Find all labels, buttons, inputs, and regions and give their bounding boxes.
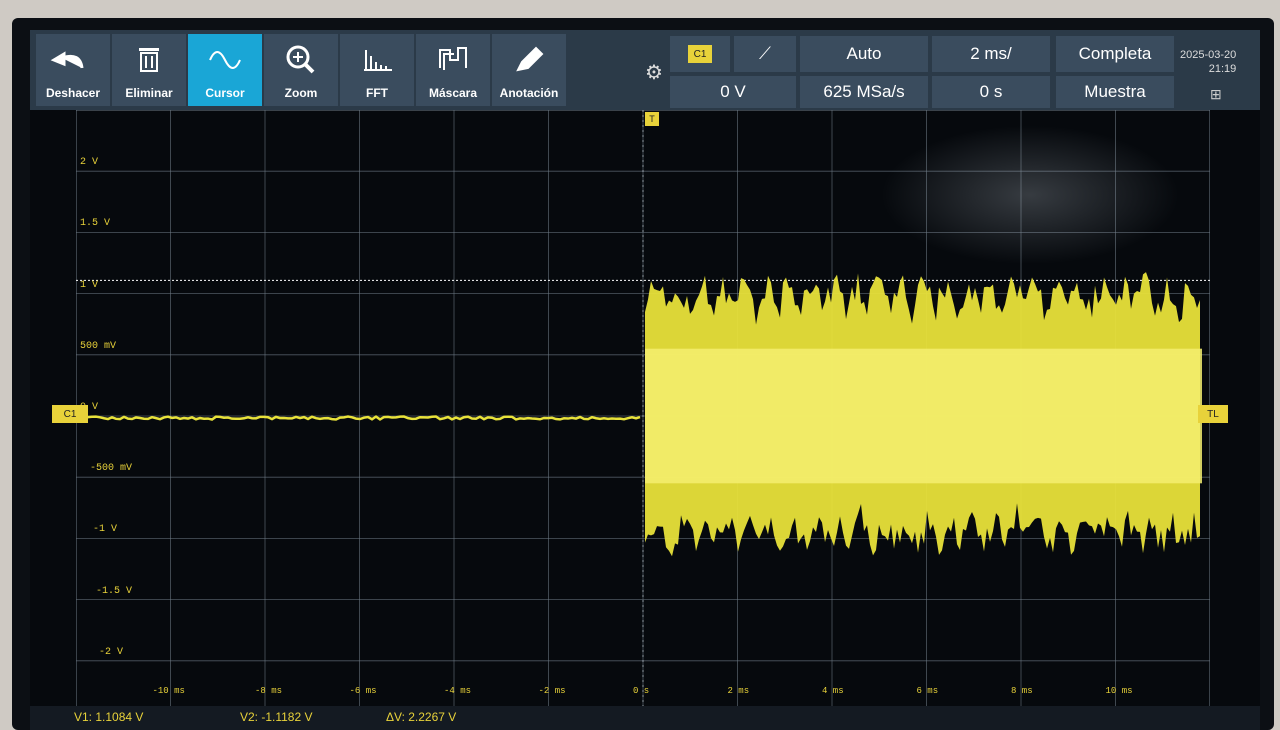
mask-button[interactable]: Máscara xyxy=(416,34,490,106)
annotation-button[interactable]: Anotación xyxy=(492,34,566,106)
acquisition-mode[interactable]: Completa xyxy=(1056,36,1174,72)
cursor-button[interactable]: Cursor xyxy=(188,34,262,106)
waveform-plot[interactable] xyxy=(76,110,1210,722)
cursor-readout-bar: V1: 1.1084 V V2: -1.1182 V ΔV: 2.2267 V xyxy=(30,706,1260,730)
undo-icon xyxy=(36,42,110,79)
network-icon: ⊞ xyxy=(1210,86,1222,103)
y-axis-label: -500 mV xyxy=(90,463,132,474)
trigger-channel-tag: C1 xyxy=(688,45,712,63)
y-axis-label: 1.5 V xyxy=(80,218,110,229)
x-axis-label: -4 ms xyxy=(444,686,471,696)
cursor-v2: V2: -1.1182 V xyxy=(240,710,313,724)
y-axis-label: -2 V xyxy=(99,647,123,658)
x-axis-label: 4 ms xyxy=(822,686,844,696)
delete-label: Eliminar xyxy=(125,86,172,100)
cursor-dv: ΔV: 2.2267 V xyxy=(386,710,456,724)
oscilloscope-screen: Deshacer Eliminar Cursor Zoom FFT Máscar… xyxy=(30,30,1260,730)
channel-1-marker[interactable]: C1 xyxy=(52,405,88,423)
trigger-slope-cell[interactable]: ⟋ xyxy=(734,36,796,72)
trigger-source-cell[interactable]: C1 xyxy=(670,36,730,72)
timebase[interactable]: 2 ms/ xyxy=(932,36,1050,72)
undo-label: Deshacer xyxy=(46,86,100,100)
gear-icon[interactable]: ⚙ xyxy=(640,60,668,88)
mask-label: Máscara xyxy=(429,86,477,100)
sample-rate: 625 MSa/s xyxy=(800,76,928,108)
memory-mode[interactable]: Muestra xyxy=(1056,76,1174,108)
fft-icon xyxy=(340,42,414,79)
sine-wave-icon xyxy=(188,42,262,79)
trigger-position-marker[interactable]: T xyxy=(645,112,659,126)
fft-button[interactable]: FFT xyxy=(340,34,414,106)
mask-icon xyxy=(416,42,490,79)
time: 21:19 xyxy=(1180,62,1236,76)
cursor-label: Cursor xyxy=(205,86,244,100)
trace-pre-trigger xyxy=(76,417,640,420)
waveform-svg xyxy=(76,110,1210,722)
x-axis-label: -10 ms xyxy=(153,686,185,696)
x-axis-label: 2 ms xyxy=(728,686,750,696)
pencil-icon xyxy=(492,42,566,79)
rising-edge-icon: ⟋ xyxy=(759,44,771,64)
y-axis-label: -1.5 V xyxy=(96,586,132,597)
zoom-button[interactable]: Zoom xyxy=(264,34,338,106)
x-axis-label: -2 ms xyxy=(539,686,566,696)
annotation-label: Anotación xyxy=(500,86,559,100)
x-axis-label: -6 ms xyxy=(350,686,377,696)
trigger-level-marker[interactable]: TL xyxy=(1198,405,1228,423)
x-axis-label: 10 ms xyxy=(1106,686,1133,696)
y-axis-label: -1 V xyxy=(93,524,117,535)
x-axis-label: 8 ms xyxy=(1011,686,1033,696)
x-axis-label: 0 s xyxy=(633,686,649,696)
trigger-level[interactable]: 0 V xyxy=(670,76,796,108)
datetime: 2025-03-20 21:19 xyxy=(1180,48,1236,76)
y-axis-label: 500 mV xyxy=(80,341,116,352)
trace-signal-core xyxy=(645,349,1202,484)
time-delay[interactable]: 0 s xyxy=(932,76,1050,108)
trash-icon xyxy=(112,42,186,79)
y-axis-label: 2 V xyxy=(80,157,98,168)
toolbar: Deshacer Eliminar Cursor Zoom FFT Máscar… xyxy=(30,30,1260,110)
x-axis-label: -8 ms xyxy=(255,686,282,696)
x-axis-label: 6 ms xyxy=(917,686,939,696)
trigger-mode[interactable]: Auto xyxy=(800,36,928,72)
y-axis-label: 1 V xyxy=(80,280,98,291)
zoom-in-icon xyxy=(264,42,338,79)
cursor-v1: V1: 1.1084 V xyxy=(74,710,143,724)
zoom-label: Zoom xyxy=(285,86,318,100)
delete-button[interactable]: Eliminar xyxy=(112,34,186,106)
date: 2025-03-20 xyxy=(1180,48,1236,62)
undo-button[interactable]: Deshacer xyxy=(36,34,110,106)
fft-label: FFT xyxy=(366,86,388,100)
